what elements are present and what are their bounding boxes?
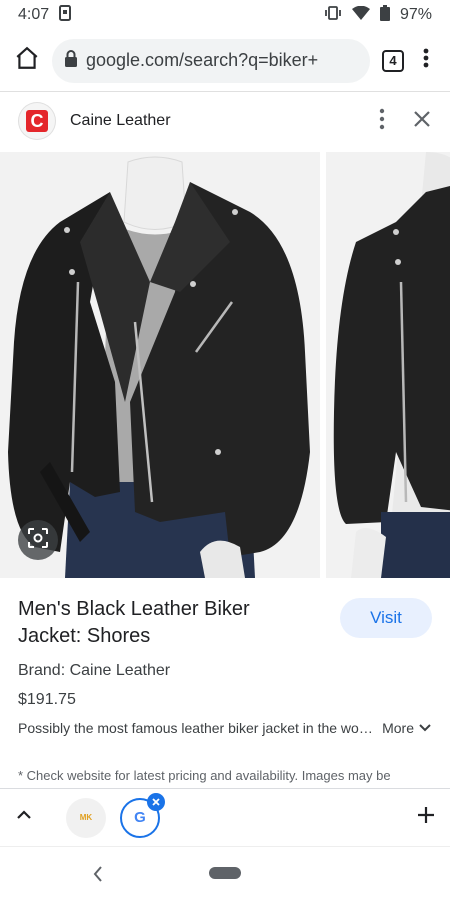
product-description-row: Possibly the most famous leather biker j… [18,720,432,736]
tab-strip: MK G [0,788,450,846]
battery-icon [379,4,390,26]
lens-search-button[interactable] [18,520,58,560]
close-icon[interactable] [412,109,432,134]
status-bar: 4:07 97% [0,0,450,30]
browser-toolbar: google.com/search?q=biker+ 4 [0,30,450,92]
status-left: 4:07 [18,4,72,26]
wifi-icon [351,5,370,25]
status-time: 4:07 [18,6,50,23]
more-label: More [382,720,414,736]
product-title[interactable]: Men's Black Leather Biker Jacket: Shores [18,596,318,650]
site-logo: C [18,102,56,140]
product-image-next[interactable] [326,152,450,578]
product-description: Possibly the most famous leather biker j… [18,720,377,736]
battery-level: 97% [399,6,432,23]
home-pill[interactable] [209,867,241,879]
more-options-icon[interactable] [378,108,386,135]
back-icon[interactable] [92,865,104,888]
vibrate-icon [324,5,342,26]
status-right: 97% [324,4,432,26]
url-text: google.com/search?q=biker+ [86,50,319,70]
visit-button[interactable]: Visit [340,598,432,638]
product-image-carousel[interactable] [0,152,450,578]
chevron-down-icon [418,720,432,736]
overflow-menu-icon[interactable] [416,46,436,75]
google-icon: G [134,809,146,826]
site-name[interactable]: Caine Leather [70,112,378,130]
notification-icon [59,4,72,26]
tab-google[interactable]: G [120,792,165,838]
product-brand: Brand: Caine Leather [18,662,171,679]
home-icon[interactable] [14,45,40,76]
lock-icon [64,49,78,72]
more-button[interactable]: More [382,720,432,736]
chevron-up-icon[interactable] [14,808,34,827]
close-tab-icon[interactable] [147,792,165,811]
disclaimer-text: * Check website for latest pricing and a… [18,768,391,783]
system-nav-bar [0,846,450,901]
tab-switcher-button[interactable]: 4 [382,49,404,72]
address-bar[interactable]: google.com/search?q=biker+ [52,38,370,83]
lens-icon [27,527,49,554]
product-image-main[interactable] [0,152,320,578]
site-favicon: MK [79,813,93,822]
site-logo-mark: C [26,110,48,132]
tab-site-favicon[interactable]: MK [66,797,106,838]
product-price: $191.75 [18,691,76,708]
result-sheet-header: C Caine Leather [0,93,450,149]
new-tab-icon[interactable] [416,805,436,830]
